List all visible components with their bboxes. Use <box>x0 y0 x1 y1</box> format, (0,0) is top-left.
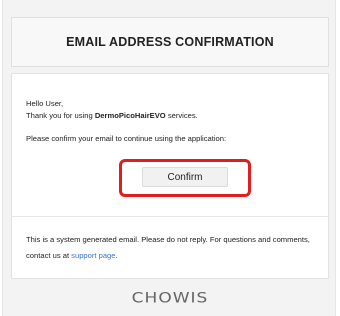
confirm-button[interactable]: Confirm <box>142 167 228 187</box>
divider <box>12 216 328 217</box>
brand-name: DermoPicoHairEVO <box>94 111 166 120</box>
email-header: EMAIL ADDRESS CONFIRMATION <box>11 17 329 67</box>
chowis-logo: CHOWIS <box>131 289 209 307</box>
confirm-prompt: Please confirm your email to continue us… <box>26 134 227 143</box>
note-text: This is a system generated email. Please… <box>26 235 310 260</box>
thanks-prefix: Thank you for using <box>26 111 95 120</box>
email-title: EMAIL ADDRESS CONFIRMATION <box>66 35 274 49</box>
footer-note: This is a system generated email. Please… <box>26 232 316 264</box>
footer-logo-area: CHOWIS <box>11 282 329 316</box>
email-card: EMAIL ADDRESS CONFIRMATION Hello User, T… <box>2 0 336 316</box>
email-body: Hello User, Thank you for using DermoPic… <box>11 73 329 279</box>
thanks-suffix: services. <box>165 111 198 120</box>
confirm-highlight: Confirm <box>119 159 251 197</box>
note-end: . <box>115 251 118 260</box>
support-page-link[interactable]: support page <box>71 251 115 260</box>
greeting-text: Hello User, <box>26 99 64 108</box>
thanks-text: Thank you for using DermoPicoHairEVO ser… <box>26 111 198 121</box>
